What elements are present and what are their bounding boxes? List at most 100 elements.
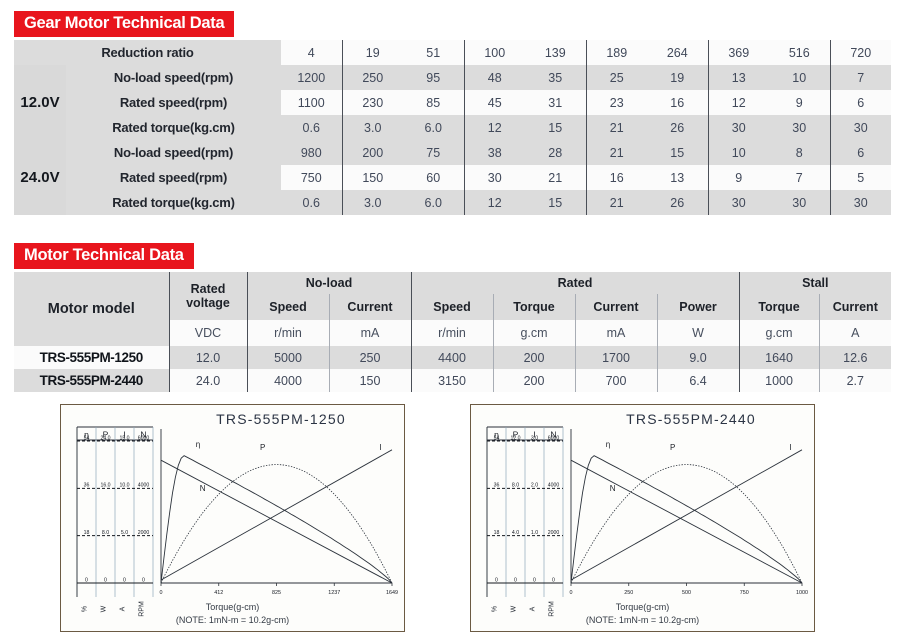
motor-cell-value: 200 — [492, 346, 575, 369]
motor-data-row: TRS-555PM-1250 12.0 5000 250 4400 200 1700 9.0 1… — [14, 346, 892, 369]
chart-note: (NOTE: 1mN-m = 10.2g-cm) — [585, 615, 700, 625]
motor-cell-value: 3150 — [410, 369, 493, 392]
gear-cell-value: 60 — [403, 165, 464, 190]
motor-cell-value: 5000 — [246, 346, 329, 369]
gear-cell-value: 13 — [707, 65, 769, 90]
motor-unit-cell: VDC — [168, 320, 247, 346]
svg-text:36: 36 — [84, 483, 90, 489]
svg-text:1237: 1237 — [328, 590, 340, 596]
gear-cell-value: 16 — [585, 165, 647, 190]
gear-cell-value: 30 — [463, 165, 525, 190]
gear-cell-value: 75 — [403, 140, 464, 165]
gear-cell-value: 12 — [463, 190, 525, 215]
reduction-ratio-value: 4 — [281, 40, 342, 65]
rated-voltage-header: Rated voltage — [168, 272, 247, 320]
svg-text:54: 54 — [84, 435, 90, 441]
svg-text:10.0: 10.0 — [119, 483, 129, 489]
gear-cell-value: 30 — [769, 115, 830, 140]
svg-text:1.0: 1.0 — [531, 530, 538, 536]
motor-unit-cell: W — [656, 320, 740, 346]
svg-text:750: 750 — [740, 590, 749, 596]
motor-header-row-1: Motor model Rated voltage No-load Rated Stall — [14, 272, 892, 346]
gear-cell-value: 3.0 — [341, 190, 403, 215]
gear-cell-value: 3.0 — [341, 115, 403, 140]
performance-charts: TRS-555PM-1250 η% P W I A N RPM 0 0 0 0 18 8.0 5.0 2000… — [60, 404, 850, 636]
svg-text:0: 0 — [514, 577, 517, 583]
motor-unit-cell: mA — [574, 320, 657, 346]
gear-cell-value: 28 — [525, 140, 586, 165]
svg-text:2.0: 2.0 — [531, 483, 538, 489]
motor-model-header: Motor model — [14, 272, 169, 346]
gear-row-label: No-load speed(rpm) — [66, 65, 281, 90]
gear-cell-value: 85 — [403, 90, 464, 115]
gear-cell-value: 10 — [769, 65, 830, 90]
reduction-ratio-value: 139 — [525, 40, 586, 65]
motor-subheader: Current — [328, 294, 411, 320]
motor-cell-value: 12.6 — [818, 346, 892, 369]
gear-motor-table-wrap: Reduction ratio 4 19 51 100 139 189 264 369 516 72… — [14, 38, 891, 215]
gear-row-label: No-load speed(rpm) — [66, 140, 281, 165]
chart-plot-area: η%PWIANRPM0 0 0 018 8.0 5.0 200036 16.0 10.0 4000… — [76, 426, 398, 617]
gear-row-label: Rated torque(kg.cm) — [66, 115, 281, 140]
gear-cell-value: 38 — [463, 140, 525, 165]
svg-text:36: 36 — [494, 483, 500, 489]
motor-section: Motor Technical Data — [14, 243, 194, 270]
svg-text:250: 250 — [624, 590, 633, 596]
motor-unit-cell: r/min — [246, 320, 329, 346]
motor-unit-cell: r/min — [410, 320, 493, 346]
gear-cell-value: 23 — [585, 90, 647, 115]
svg-text:0: 0 — [495, 577, 498, 583]
gear-cell-value: 35 — [525, 65, 586, 90]
svg-text:4000: 4000 — [138, 483, 150, 489]
chart-note: (NOTE: 1mN-m = 10.2g-cm) — [175, 615, 290, 625]
motor-cell-value: 250 — [328, 346, 411, 369]
chart-x-axis-label: Torque(g-cm) — [205, 602, 260, 612]
svg-text:8.0: 8.0 — [102, 530, 109, 536]
gear-data-row: Rated torque(kg.cm) 0.6 3.0 6.0 12 15 21 26 30 30… — [14, 115, 891, 140]
gear-cell-value: 19 — [647, 65, 708, 90]
motor-cell-value: 6.4 — [656, 369, 740, 392]
svg-text:3.0: 3.0 — [531, 435, 538, 441]
gear-cell-value: 25 — [585, 65, 647, 90]
gear-cell-value: 5 — [829, 165, 891, 190]
svg-text:12.0: 12.0 — [510, 435, 520, 441]
reduction-ratio-value: 189 — [585, 40, 647, 65]
gear-cell-value: 0.6 — [281, 115, 342, 140]
svg-text:η: η — [606, 440, 610, 449]
motor-cell-value: 1700 — [574, 346, 657, 369]
svg-text:1000: 1000 — [796, 590, 808, 596]
gear-data-row: Rated torque(kg.cm) 0.6 3.0 6.0 12 15 21 26 30 30… — [14, 190, 891, 215]
motor-table: Motor model Rated voltage No-load Rated Stall… — [14, 272, 892, 392]
group-no-load-header: No-load — [246, 272, 411, 294]
svg-text:P: P — [260, 443, 265, 452]
gear-cell-value: 150 — [341, 165, 403, 190]
reduction-ratio-value: 720 — [829, 40, 891, 65]
chart-trs-555pm-2440: TRS-555PM-2440 η% P W I A N RPM 0 0 0 0 18 4.0 1.0 2000… — [470, 404, 815, 632]
group-rated-header: Rated — [410, 272, 740, 294]
gear-cell-value: 26 — [647, 115, 708, 140]
motor-data-row: TRS-555PM-2440 24.0 4000 150 3150 200 700 6.4 10… — [14, 369, 892, 392]
svg-text:N: N — [610, 484, 616, 493]
svg-text:500: 500 — [682, 590, 691, 596]
svg-text:2000: 2000 — [548, 530, 560, 536]
svg-text:0: 0 — [570, 590, 573, 596]
gear-cell-value: 980 — [281, 140, 342, 165]
motor-cell-value: 1640 — [738, 346, 820, 369]
svg-text:0: 0 — [104, 577, 107, 583]
svg-text:2000: 2000 — [138, 530, 150, 536]
gear-cell-value: 30 — [829, 115, 891, 140]
svg-text:24.0: 24.0 — [100, 435, 110, 441]
motor-cell-value: 200 — [492, 369, 575, 392]
reduction-ratio-value: 19 — [341, 40, 403, 65]
gear-row-label: Rated speed(rpm) — [66, 165, 281, 190]
motor-banner: Motor Technical Data — [14, 243, 194, 270]
gear-cell-value: 1200 — [281, 65, 342, 90]
chart-x-axis-label: Torque(g-cm) — [615, 602, 670, 612]
svg-text:0: 0 — [552, 577, 555, 583]
gear-cell-value: 15 — [525, 115, 586, 140]
rated-voltage-header-line2: voltage — [186, 296, 230, 310]
gear-header-row: Reduction ratio 4 19 51 100 139 189 264 369 516 72… — [14, 40, 891, 65]
svg-text:5.0: 5.0 — [121, 530, 128, 536]
motor-cell-value: 12.0 — [168, 346, 247, 369]
motor-cell-value: 4000 — [246, 369, 329, 392]
